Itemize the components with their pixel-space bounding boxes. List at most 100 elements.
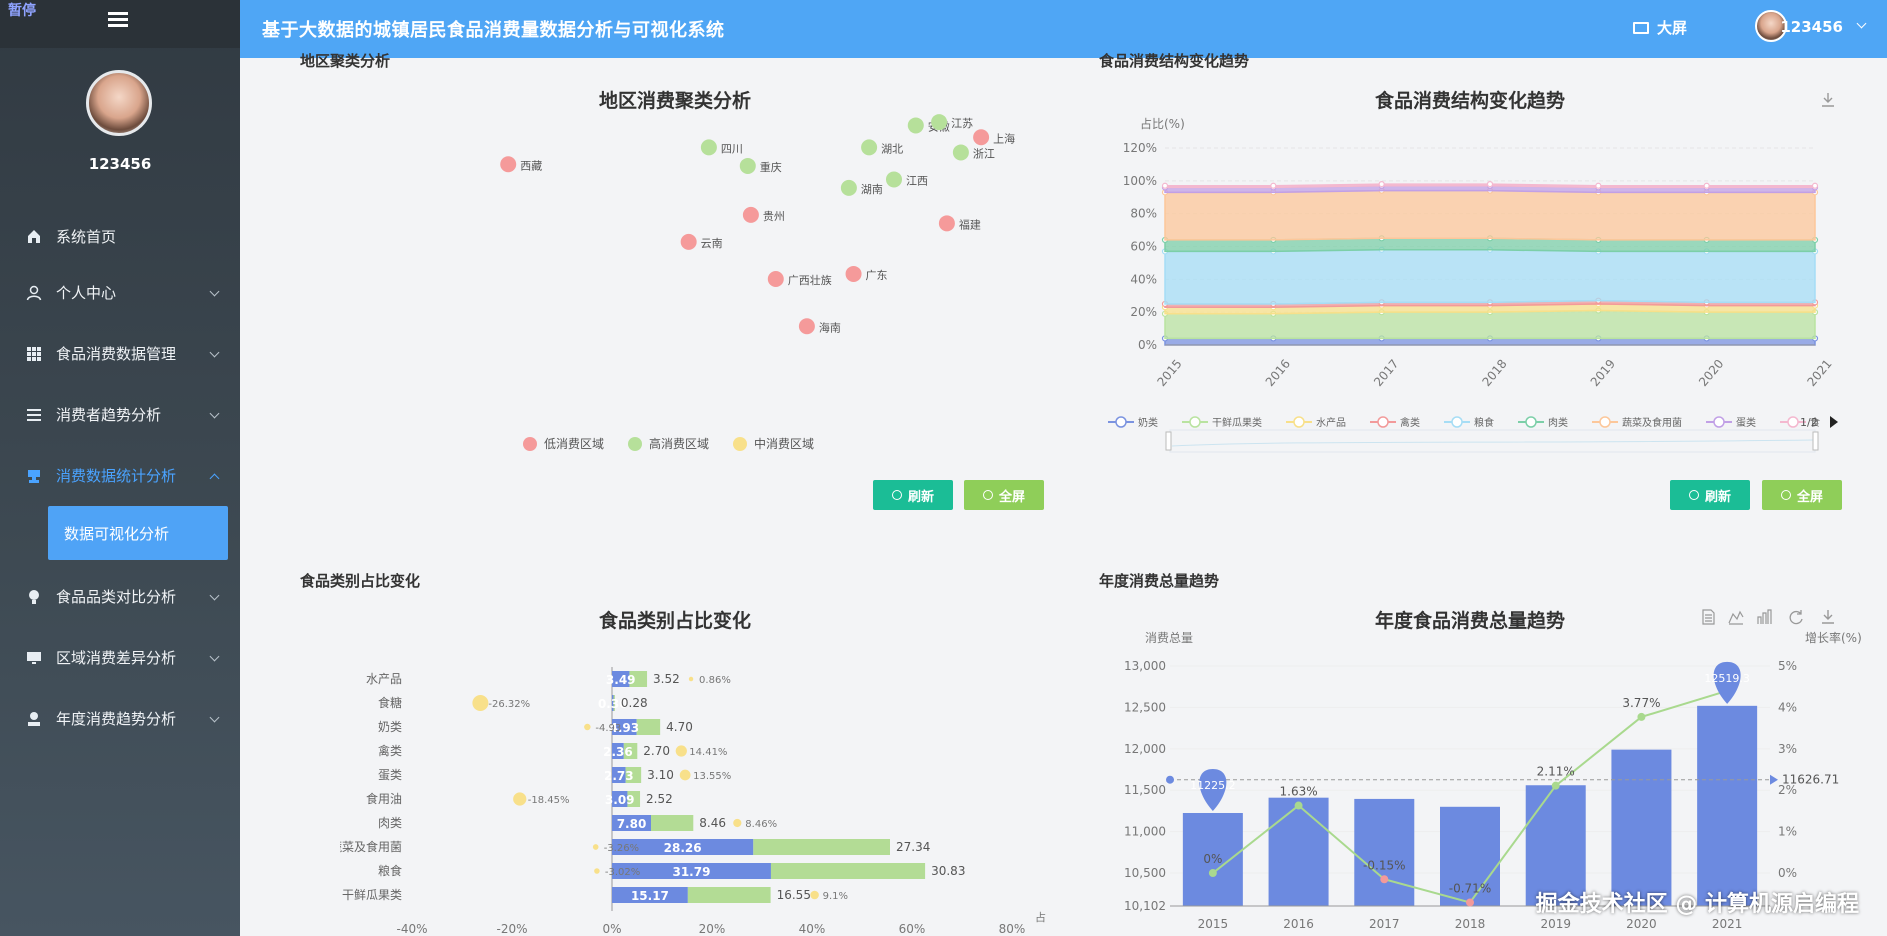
legend-marker[interactable] <box>1525 416 1537 428</box>
legend-label[interactable]: 粮食 <box>1474 416 1494 429</box>
change-dot[interactable] <box>513 792 527 806</box>
growth-point[interactable] <box>1637 712 1646 721</box>
legend-marker[interactable] <box>1293 416 1305 428</box>
area-point[interactable] <box>1486 181 1494 188</box>
cluster-point[interactable] <box>845 265 862 282</box>
bigscreen-button[interactable]: 大屏 <box>1632 17 1687 38</box>
sidebar-item-stats[interactable]: 消费数据统计分析 <box>0 445 240 506</box>
sidebar-item-annual-trend[interactable]: 年度消费趋势分析 <box>0 688 240 749</box>
structure-fullscreen-button[interactable]: 全屏 <box>1762 480 1842 510</box>
legend-label[interactable]: 蔬菜及食用菌 <box>1622 416 1682 429</box>
cluster-point[interactable] <box>886 171 902 188</box>
legend-label[interactable]: 肉类 <box>1548 416 1568 429</box>
cluster-point[interactable] <box>938 215 955 232</box>
legend-marker[interactable] <box>1713 416 1725 428</box>
bar-second[interactable] <box>636 719 661 735</box>
structure-refresh-button[interactable]: 刷新 <box>1670 480 1750 510</box>
bar-second[interactable] <box>753 839 890 855</box>
area-point[interactable] <box>1811 182 1819 189</box>
header-username[interactable]: 123456 <box>1780 18 1843 36</box>
change-dot[interactable] <box>675 745 687 757</box>
sidebar-subitem-visualization[interactable]: 数据可视化分析 <box>48 506 228 560</box>
legend-marker[interactable] <box>1115 416 1127 428</box>
bar-second[interactable] <box>770 863 926 879</box>
sidebar-item-category-compare[interactable]: 食品品类对比分析 <box>0 566 240 627</box>
cluster-point[interactable] <box>680 233 697 250</box>
legend-marker[interactable] <box>628 437 642 451</box>
annual-bar[interactable] <box>1268 797 1329 906</box>
legend-label[interactable]: 中消费区域 <box>754 436 814 451</box>
cluster-point[interactable] <box>973 129 990 146</box>
legend-marker[interactable] <box>1451 416 1463 428</box>
legend-label[interactable]: 禽类 <box>1400 416 1420 429</box>
cluster-point[interactable] <box>767 271 784 287</box>
cluster-point[interactable] <box>840 179 857 196</box>
cluster-refresh-button[interactable]: 刷新 <box>873 480 953 510</box>
bar-second[interactable] <box>687 887 771 903</box>
cluster-fullscreen-button[interactable]: 全屏 <box>964 480 1044 510</box>
area-series[interactable] <box>1164 249 1816 305</box>
cluster-point[interactable] <box>742 206 759 223</box>
growth-point[interactable] <box>1466 898 1474 907</box>
legend-marker[interactable] <box>1377 416 1389 428</box>
download-icon[interactable] <box>1820 609 1836 625</box>
legend-marker[interactable] <box>733 437 747 451</box>
data-view-icon[interactable] <box>1700 609 1716 625</box>
legend-marker[interactable] <box>1189 416 1201 428</box>
avatar[interactable] <box>86 70 152 136</box>
cluster-point[interactable] <box>739 157 756 174</box>
legend-label[interactable]: 蛋类 <box>1736 416 1756 429</box>
legend-marker[interactable] <box>1599 416 1611 428</box>
sidebar-item-home[interactable]: 系统首页 <box>0 210 240 262</box>
zoom-handle-right[interactable] <box>1812 431 1819 451</box>
change-dot[interactable] <box>679 769 691 781</box>
cluster-point[interactable] <box>907 117 924 134</box>
legend-marker[interactable] <box>1787 416 1799 428</box>
annual-bar[interactable] <box>1354 798 1415 906</box>
legend-label[interactable]: 水产品 <box>1316 416 1346 429</box>
chevron-down-icon[interactable] <box>1856 18 1867 29</box>
cluster-point[interactable] <box>952 144 969 161</box>
growth-point[interactable] <box>1380 875 1389 884</box>
bar-second[interactable] <box>651 815 694 831</box>
change-dot[interactable] <box>584 723 591 731</box>
annual-bar[interactable] <box>1697 705 1758 906</box>
area-point[interactable] <box>1703 182 1710 189</box>
sidebar-item-consumer-trend[interactable]: 消费者趋势分析 <box>0 384 240 445</box>
menu-toggle-icon[interactable] <box>108 12 128 28</box>
change-dot[interactable] <box>688 676 694 682</box>
growth-point[interactable] <box>1294 801 1303 810</box>
change-dot[interactable] <box>472 695 489 711</box>
legend-next-icon[interactable] <box>1830 416 1838 428</box>
annual-bar[interactable] <box>1611 749 1672 906</box>
cluster-point[interactable] <box>700 139 717 156</box>
line-chart-icon[interactable] <box>1728 609 1744 625</box>
area-point[interactable] <box>1270 182 1277 189</box>
growth-point[interactable] <box>1208 869 1217 878</box>
area-point[interactable] <box>1378 181 1385 188</box>
cluster-point[interactable] <box>798 318 815 335</box>
restore-icon[interactable] <box>1788 609 1804 625</box>
change-dot[interactable] <box>592 844 599 850</box>
legend-label[interactable]: 干鲜瓜果类 <box>1212 416 1262 429</box>
area-point[interactable] <box>1161 182 1169 189</box>
legend-label[interactable]: 低消费区域 <box>544 437 604 451</box>
cluster-point[interactable] <box>861 139 878 156</box>
sidebar-item-region-diff[interactable]: 区域消费差异分析 <box>0 627 240 688</box>
change-dot[interactable] <box>733 818 742 828</box>
change-dot[interactable] <box>810 890 819 900</box>
change-dot[interactable] <box>594 868 600 874</box>
sidebar-item-personal[interactable]: 个人中心 <box>0 262 240 323</box>
area-series[interactable] <box>1164 189 1816 241</box>
bar-chart-icon[interactable] <box>1756 609 1772 625</box>
download-icon[interactable] <box>1820 92 1836 108</box>
legend-label[interactable]: 高消费区域 <box>649 436 709 451</box>
zoom-handle-left[interactable] <box>1165 431 1172 451</box>
area-point[interactable] <box>1595 182 1602 189</box>
cluster-point[interactable] <box>931 114 948 131</box>
legend-marker[interactable] <box>523 437 537 451</box>
growth-point[interactable] <box>1551 781 1560 790</box>
sidebar-item-food-data[interactable]: 食品消费数据管理 <box>0 323 240 384</box>
legend-label[interactable]: 奶类 <box>1138 416 1158 429</box>
cluster-point[interactable] <box>500 156 517 173</box>
